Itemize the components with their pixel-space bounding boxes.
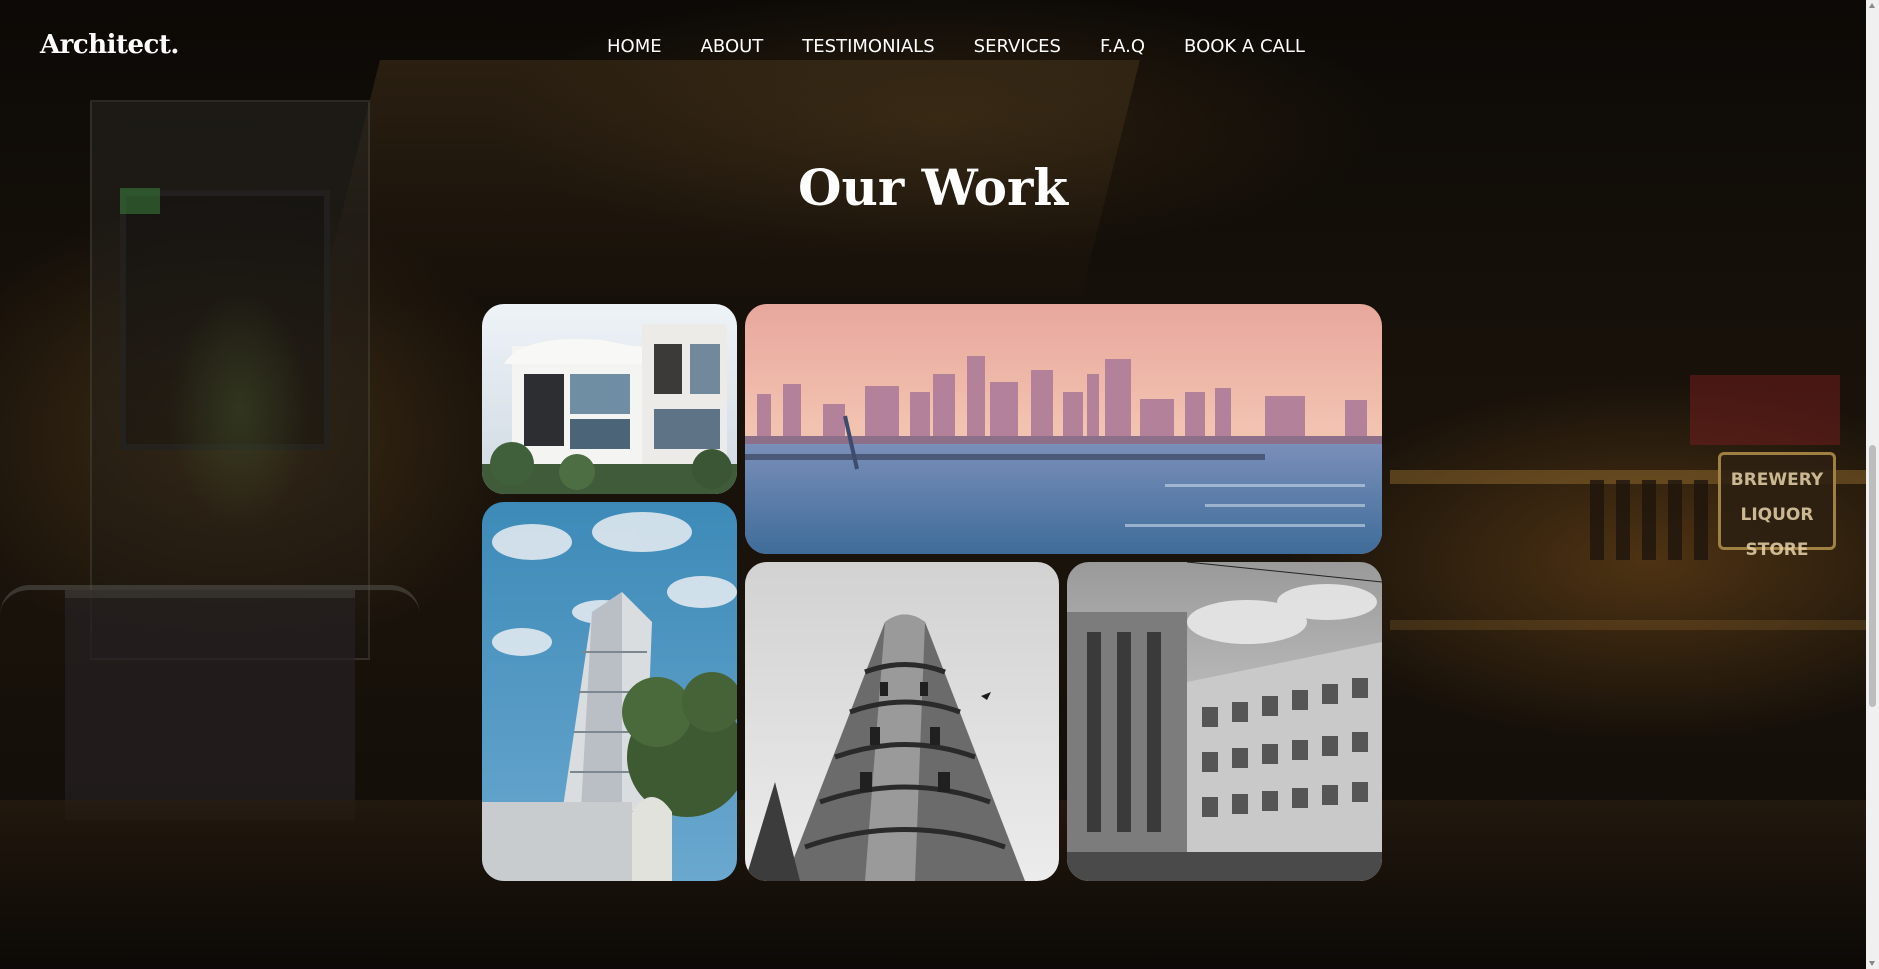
- background-frame: [120, 190, 330, 450]
- scroll-down-arrow-icon[interactable]: [1869, 961, 1875, 966]
- nav-faq[interactable]: F.A.Q: [1100, 36, 1145, 57]
- section-title: Our Work: [797, 158, 1069, 217]
- gallery-image-ornate-building[interactable]: [745, 562, 1059, 881]
- gallery-image-modern-house[interactable]: [482, 304, 737, 494]
- background-plant: [140, 230, 340, 590]
- main-nav: HOME ABOUT TESTIMONIALS SERVICES F.A.Q B…: [607, 36, 1344, 57]
- gallery-image-apartment-blocks[interactable]: [1067, 562, 1382, 881]
- background-red-box: [1690, 375, 1840, 445]
- nav-home[interactable]: HOME: [607, 36, 662, 57]
- site-logo[interactable]: Architect.: [40, 30, 179, 60]
- store-sign-line3: STORE: [1745, 540, 1809, 560]
- store-sign-line1: BREWERY: [1730, 470, 1824, 490]
- background-shelf: [1390, 470, 1879, 484]
- store-sign-line2: LIQUOR: [1740, 505, 1814, 525]
- site-header: Architect. HOME ABOUT TESTIMONIALS SERVI…: [0, 0, 1879, 96]
- gallery-image-highrise-tower[interactable]: [482, 502, 737, 881]
- gallery-image-city-skyline[interactable]: [745, 304, 1382, 554]
- nav-services[interactable]: SERVICES: [974, 36, 1061, 57]
- page-scrollbar[interactable]: [1866, 0, 1879, 969]
- nav-about[interactable]: ABOUT: [701, 36, 764, 57]
- scroll-up-arrow-icon[interactable]: [1869, 3, 1875, 8]
- background-bottles: [1590, 480, 1710, 560]
- background-store-sign: BREWERY LIQUOR STORE: [1718, 452, 1836, 560]
- nav-book-a-call[interactable]: BOOK A CALL: [1184, 36, 1305, 57]
- scroll-thumb[interactable]: [1869, 445, 1876, 707]
- nav-testimonials[interactable]: TESTIMONIALS: [802, 36, 934, 57]
- background-railing: [0, 585, 420, 615]
- background-chalkboard: [65, 590, 355, 820]
- background-shelf-lower: [1390, 620, 1879, 630]
